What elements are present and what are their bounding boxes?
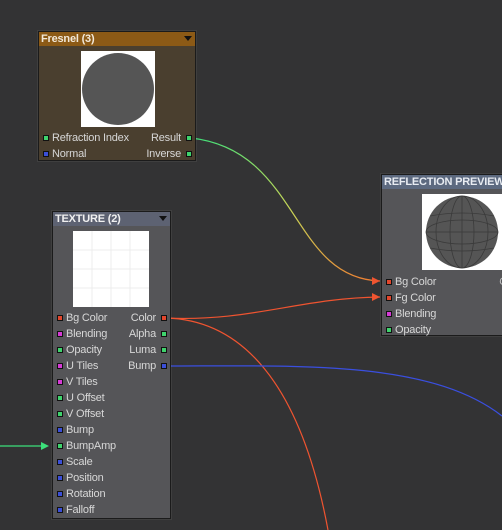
- texture-title-text: TEXTURE (2): [55, 213, 121, 225]
- wireframe-sphere-icon: [425, 195, 499, 269]
- input-port[interactable]: [386, 327, 392, 333]
- output-label: Luma: [129, 344, 156, 356]
- input-label: V Offset: [66, 408, 104, 420]
- reflection-row-1: Fg Color: [382, 290, 502, 306]
- texture-row-0: Bg Color Color: [53, 310, 170, 326]
- output-port[interactable]: [161, 315, 167, 321]
- output-label: Alpha: [128, 328, 156, 340]
- input-label: U Tiles: [66, 360, 99, 372]
- input-label: BumpAmp: [66, 440, 116, 452]
- input-port[interactable]: [57, 427, 63, 433]
- output-label: Color: [130, 312, 156, 324]
- reflection-preview: [422, 194, 502, 270]
- texture-row-7: Bump: [53, 422, 170, 438]
- texture-row-1: Blending Alpha: [53, 326, 170, 342]
- input-port[interactable]: [57, 379, 63, 385]
- input-port[interactable]: [57, 443, 63, 449]
- texture-row-12: Falloff: [53, 502, 170, 518]
- input-label: Blending: [395, 308, 437, 320]
- output-port[interactable]: [161, 331, 167, 337]
- input-label: V Tiles: [66, 376, 98, 388]
- input-label: Bg Color: [66, 312, 108, 324]
- wire-color-downward[interactable]: [165, 317, 329, 530]
- input-port[interactable]: [57, 395, 63, 401]
- texture-node[interactable]: TEXTURE (2) Bg Color Color Blending Alph…: [52, 211, 171, 519]
- texture-preview: [73, 231, 149, 307]
- texture-row-11: Rotation: [53, 486, 170, 502]
- output-label: Bump: [128, 360, 156, 372]
- texture-row-10: Position: [53, 470, 170, 486]
- reflection-row-2: Blending: [382, 306, 502, 322]
- input-port[interactable]: [57, 411, 63, 417]
- input-label: Position: [66, 472, 104, 484]
- input-label: U Offset: [66, 392, 105, 404]
- output-label: Result: [151, 132, 181, 144]
- input-port[interactable]: [43, 151, 49, 157]
- wire-color-to-fgcolor[interactable]: [165, 296, 381, 320]
- dropdown-arrow-icon[interactable]: [184, 36, 192, 41]
- input-port[interactable]: [57, 331, 63, 337]
- reflection-title-text: REFLECTION PREVIEW: [384, 176, 502, 188]
- texture-row-2: Opacity Luma: [53, 342, 170, 358]
- texture-row-3: U Tiles Bump: [53, 358, 170, 374]
- arrow-bgcolor: [372, 277, 380, 285]
- output-port[interactable]: [186, 151, 192, 157]
- input-port[interactable]: [386, 295, 392, 301]
- input-label: Blending: [66, 328, 108, 340]
- wire-fresnel-result-to-bgcolor[interactable]: [190, 137, 381, 282]
- fresnel-node-title[interactable]: Fresnel (3): [39, 32, 195, 46]
- input-label: Opacity: [395, 324, 431, 336]
- texture-row-9: Scale: [53, 454, 170, 470]
- wire-bump-out[interactable]: [165, 365, 502, 417]
- output-port[interactable]: [161, 363, 167, 369]
- fresnel-row-0: Refraction Index Result: [39, 130, 195, 146]
- reflection-node-title[interactable]: REFLECTION PREVIEW: [382, 175, 502, 189]
- fresnel-title-text: Fresnel (3): [41, 33, 95, 45]
- input-port[interactable]: [57, 475, 63, 481]
- output-port[interactable]: [161, 347, 167, 353]
- input-port[interactable]: [57, 315, 63, 321]
- input-label: Normal: [52, 148, 87, 160]
- reflection-row-3: Opacity: [382, 322, 502, 338]
- reflection-row-0: Bg Color C: [382, 274, 502, 290]
- input-label: Rotation: [66, 488, 106, 500]
- sphere-preview-icon: [82, 53, 154, 125]
- fresnel-node[interactable]: Fresnel (3) Refraction Index Result Norm…: [38, 31, 196, 161]
- input-label: Bump: [66, 424, 94, 436]
- input-label: Refraction Index: [52, 132, 129, 144]
- fresnel-preview: [81, 51, 155, 127]
- input-port[interactable]: [386, 279, 392, 285]
- input-label: Fg Color: [395, 292, 436, 304]
- output-port[interactable]: [186, 135, 192, 141]
- fresnel-row-1: Normal Inverse: [39, 146, 195, 162]
- texture-row-4: V Tiles: [53, 374, 170, 390]
- input-port[interactable]: [57, 459, 63, 465]
- output-label: Inverse: [146, 148, 181, 160]
- input-port[interactable]: [43, 135, 49, 141]
- input-port[interactable]: [57, 491, 63, 497]
- input-label: Bg Color: [395, 276, 437, 288]
- input-label: Falloff: [66, 504, 95, 516]
- texture-grid-icon: [73, 231, 149, 307]
- texture-node-title[interactable]: TEXTURE (2): [53, 212, 170, 226]
- arrow-fgcolor: [372, 293, 380, 301]
- arrow-bumpamp: [41, 442, 49, 450]
- input-label: Scale: [66, 456, 93, 468]
- dropdown-arrow-icon[interactable]: [159, 216, 167, 221]
- texture-row-8: BumpAmp: [53, 438, 170, 454]
- input-port[interactable]: [57, 507, 63, 513]
- texture-row-6: V Offset: [53, 406, 170, 422]
- texture-row-5: U Offset: [53, 390, 170, 406]
- input-port[interactable]: [57, 363, 63, 369]
- input-label: Opacity: [66, 344, 102, 356]
- input-port[interactable]: [57, 347, 63, 353]
- reflection-preview-node[interactable]: REFLECTION PREVIEW Bg Color C Fg Color B…: [381, 174, 502, 336]
- input-port[interactable]: [386, 311, 392, 317]
